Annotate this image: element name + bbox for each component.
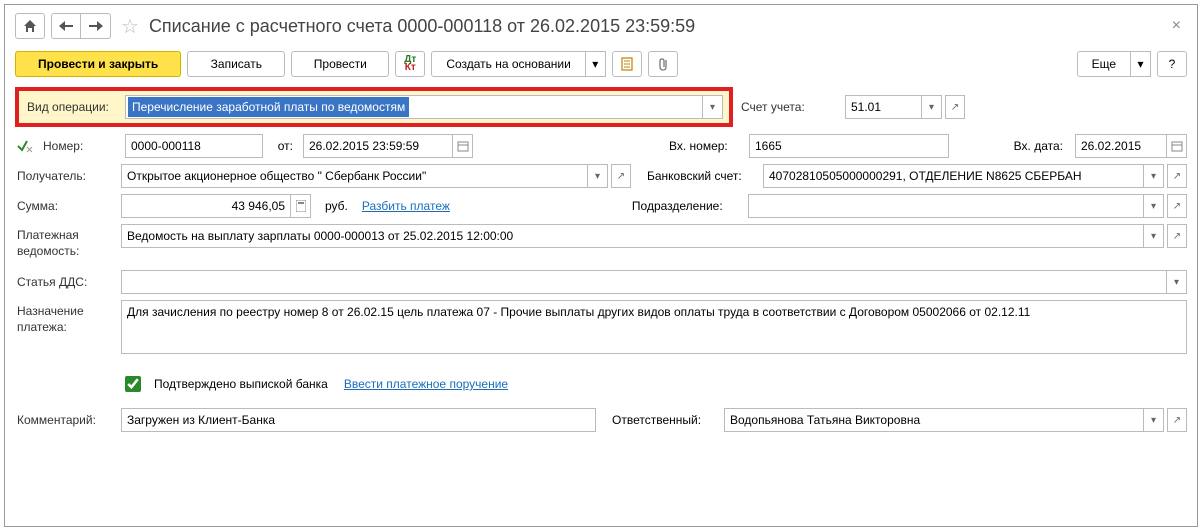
paysheet-label: Платежнаяведомость: — [15, 224, 115, 259]
recipient-open[interactable]: ↗ — [611, 164, 631, 188]
dds-dropdown[interactable]: ▾ — [1167, 270, 1187, 294]
account-label: Счет учета: — [739, 100, 839, 114]
number-label: Номер: — [41, 139, 119, 153]
recipient-input[interactable]: Открытое акционерное общество " Сбербанк… — [121, 164, 588, 188]
document-icon — [620, 57, 634, 71]
in-date-input[interactable]: 26.02.2015 — [1075, 134, 1167, 158]
account-input[interactable]: 51.01 — [845, 95, 922, 119]
confirmed-checkbox[interactable] — [125, 376, 141, 392]
split-payment-link[interactable]: Разбить платеж — [362, 199, 450, 213]
bank-account-label: Банковский счет: — [637, 169, 757, 183]
division-label: Подразделение: — [622, 199, 742, 213]
dtkt-button[interactable]: ДтКт — [395, 51, 425, 77]
date-picker[interactable] — [453, 134, 473, 158]
status-icon — [15, 139, 35, 153]
bank-account-input[interactable]: 40702810505000000291, ОТДЕЛЕНИЕ N8625 СБ… — [763, 164, 1144, 188]
dds-label: Статья ДДС: — [15, 275, 115, 289]
op-type-input[interactable]: Перечисление заработной платы по ведомос… — [125, 95, 703, 119]
in-number-label: Вх. номер: — [659, 139, 743, 153]
division-input[interactable] — [748, 194, 1144, 218]
home-button[interactable] — [15, 13, 45, 39]
page-title: Списание с расчетного счета 0000-000118 … — [149, 16, 1160, 37]
op-type-dropdown[interactable]: ▾ — [703, 95, 723, 119]
more-button[interactable]: Еще — [1077, 51, 1131, 77]
op-type-highlight: Вид операции: Перечисление заработной пл… — [15, 87, 733, 127]
dds-input[interactable] — [121, 270, 1167, 294]
division-dropdown[interactable]: ▾ — [1144, 194, 1164, 218]
back-button[interactable] — [51, 13, 81, 39]
favorite-star-icon[interactable]: ☆ — [117, 14, 143, 39]
more-dropdown[interactable]: ▾ — [1131, 51, 1151, 77]
purpose-input[interactable]: Для зачисления по реестру номер 8 от 26.… — [121, 300, 1187, 354]
recipient-label: Получатель: — [15, 169, 115, 183]
help-button[interactable]: ? — [1157, 51, 1187, 77]
purpose-label: Назначениеплатежа: — [15, 300, 115, 335]
responsible-label: Ответственный: — [602, 413, 718, 427]
post-button[interactable]: Провести — [291, 51, 389, 77]
comment-label: Комментарий: — [15, 413, 115, 427]
calculator-icon — [296, 200, 306, 212]
calendar-icon — [1171, 140, 1183, 152]
titlebar: ☆ Списание с расчетного счета 0000-00011… — [15, 9, 1187, 47]
forward-button[interactable] — [81, 13, 111, 39]
amount-calc[interactable] — [291, 194, 311, 218]
currency-label: руб. — [317, 199, 356, 213]
from-label: от: — [269, 139, 297, 153]
in-date-label: Вх. дата: — [955, 139, 1069, 153]
in-number-input[interactable]: 1665 — [749, 134, 949, 158]
close-button[interactable]: × — [1166, 17, 1187, 35]
responsible-dropdown[interactable]: ▾ — [1144, 408, 1164, 432]
save-button[interactable]: Записать — [187, 51, 285, 77]
toolbar: Провести и закрыть Записать Провести ДтК… — [15, 47, 1187, 87]
account-open[interactable]: ↗ — [945, 95, 965, 119]
report-button[interactable] — [612, 51, 642, 77]
confirmed-label: Подтверждено выпиской банка — [150, 377, 338, 391]
paysheet-open[interactable]: ↗ — [1167, 224, 1187, 248]
amount-input[interactable]: 43 946,05 — [121, 194, 291, 218]
enter-order-link[interactable]: Ввести платежное поручение — [344, 377, 508, 391]
number-input[interactable]: 0000-000118 — [125, 134, 263, 158]
paperclip-icon — [657, 57, 669, 71]
recipient-dropdown[interactable]: ▾ — [588, 164, 608, 188]
paysheet-dropdown[interactable]: ▾ — [1144, 224, 1164, 248]
dtkt-icon: ДтКт — [404, 56, 416, 72]
post-close-button[interactable]: Провести и закрыть — [15, 51, 181, 77]
responsible-open[interactable]: ↗ — [1167, 408, 1187, 432]
attach-button[interactable] — [648, 51, 678, 77]
calendar-icon — [457, 140, 469, 152]
op-type-value: Перечисление заработной платы по ведомос… — [128, 97, 409, 117]
create-based-dropdown[interactable]: ▾ — [586, 51, 606, 77]
op-type-label: Вид операции: — [25, 100, 119, 114]
amount-label: Сумма: — [15, 199, 115, 213]
division-open[interactable]: ↗ — [1167, 194, 1187, 218]
bank-account-dropdown[interactable]: ▾ — [1144, 164, 1164, 188]
date-input[interactable]: 26.02.2015 23:59:59 — [303, 134, 453, 158]
create-based-button[interactable]: Создать на основании — [431, 51, 586, 77]
bank-account-open[interactable]: ↗ — [1167, 164, 1187, 188]
comment-input[interactable]: Загружен из Клиент-Банка — [121, 408, 596, 432]
in-date-picker[interactable] — [1167, 134, 1187, 158]
responsible-input[interactable]: Водопьянова Татьяна Викторовна — [724, 408, 1144, 432]
paysheet-input[interactable]: Ведомость на выплату зарплаты 0000-00001… — [121, 224, 1144, 248]
account-dropdown[interactable]: ▾ — [922, 95, 942, 119]
